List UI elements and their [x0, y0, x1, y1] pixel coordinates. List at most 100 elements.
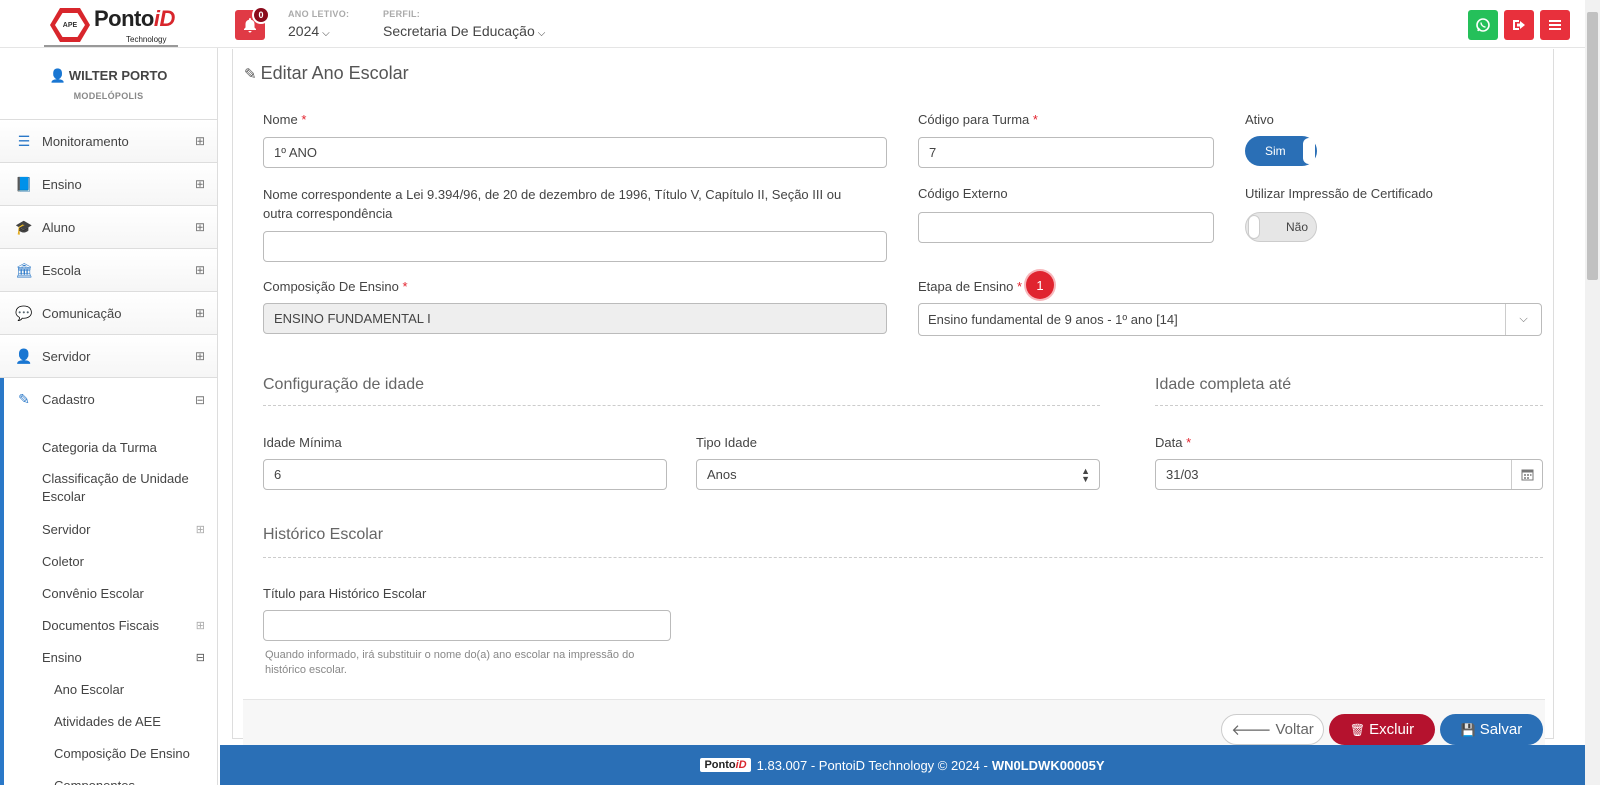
- tipo-idade-select[interactable]: Anos ▲ ▼: [696, 459, 1100, 490]
- footer-device-code: WN0LDWK00005Y: [991, 757, 1105, 773]
- expand-icon: ⊞: [195, 523, 205, 536]
- sidebar-item-ensino[interactable]: 📘 Ensino ⊞: [0, 163, 217, 206]
- sidebar-item-comunicacao[interactable]: 💬 Comunicação ⊞: [0, 292, 217, 335]
- voltar-button[interactable]: 🡐 Voltar: [1221, 714, 1324, 745]
- expand-icon: ⊞: [194, 306, 205, 320]
- perfil-value: Secretaria De Educação: [383, 23, 535, 39]
- codigo-turma-label-text: Código para Turma: [918, 112, 1030, 127]
- whatsapp-icon: [1476, 18, 1490, 32]
- page-scrollbar[interactable]: [1585, 0, 1600, 785]
- excluir-label: Excluir: [1369, 721, 1415, 738]
- user-box: 👤 WILTER PORTO MODELÓPOLIS: [0, 48, 217, 120]
- hamburger-icon: [1549, 20, 1561, 30]
- app-logo[interactable]: APE PontoiD Technology: [44, 2, 178, 47]
- composicao-label-text: Composição De Ensino: [263, 279, 399, 294]
- submenu-item-servidor[interactable]: Servidor ⊞: [4, 513, 217, 545]
- ativo-toggle-text: Sim: [1265, 144, 1286, 158]
- tipo-idade-value: Anos: [707, 467, 737, 482]
- logout-button[interactable]: [1504, 10, 1534, 40]
- submenu-item-coletor[interactable]: Coletor: [4, 545, 217, 577]
- user-icon: 👤: [49, 68, 66, 83]
- nome-lei-input[interactable]: [263, 231, 887, 262]
- certificado-toggle[interactable]: Não: [1245, 212, 1317, 242]
- expand-icon: ⊞: [194, 349, 205, 363]
- expand-icon: ⊞: [194, 220, 205, 234]
- submenu-item-documentos-fiscais[interactable]: Documentos Fiscais ⊞: [4, 609, 217, 641]
- submenu-item-composicao-ensino[interactable]: Composição De Ensino: [4, 737, 217, 769]
- titulo-historico-input[interactable]: [263, 610, 671, 641]
- expand-icon: ⊞: [195, 619, 205, 632]
- submenu-item-convenio-escolar[interactable]: Convênio Escolar: [4, 577, 217, 609]
- excluir-button[interactable]: 🗑 Excluir: [1329, 714, 1435, 745]
- page-title: ✎ Editar Ano Escolar: [244, 63, 409, 84]
- perfil-select[interactable]: Secretaria De Educação ⌵: [383, 23, 545, 39]
- nome-label: Nome *: [263, 112, 306, 127]
- tipo-idade-label: Tipo Idade: [696, 435, 757, 450]
- sidebar-item-monitoramento[interactable]: ☰ Monitoramento ⊞: [0, 120, 217, 163]
- trash-icon: 🗑: [1349, 722, 1366, 737]
- codigo-turma-input[interactable]: 7: [918, 137, 1214, 168]
- etapa-select-value: Ensino fundamental de 9 anos - 1º ano [1…: [928, 312, 1178, 327]
- footer-logo: PontoiD: [700, 758, 751, 772]
- toggle-knob: [1303, 138, 1315, 164]
- composicao-input[interactable]: ENSINO FUNDAMENTAL I: [263, 303, 887, 334]
- composicao-label: Composição De Ensino *: [263, 279, 408, 294]
- titulo-historico-label: Título para Histórico Escolar: [263, 586, 427, 601]
- footer-bar: PontoiD 1.83.007 - PontoiD Technology © …: [220, 745, 1585, 785]
- config-idade-title: Configuração de idade: [263, 376, 425, 393]
- edit-panel: ✎ Editar Ano Escolar Nome * 1º ANO Código…: [232, 49, 1554, 749]
- submenu-item-categoria-turma[interactable]: Categoria da Turma: [4, 431, 217, 463]
- sidebar-item-servidor[interactable]: 👤 Servidor ⊞: [0, 335, 217, 378]
- codigo-externo-label: Código Externo: [918, 186, 1008, 201]
- idade-minima-input[interactable]: 6: [263, 459, 667, 490]
- user-icon: 👤: [15, 347, 33, 364]
- scrollbar-thumb[interactable]: [1587, 12, 1598, 280]
- top-bar: APE PontoiD Technology 0 ANO LETIVO: 202…: [0, 0, 1585, 48]
- logo-text: PontoiD: [94, 6, 175, 31]
- salvar-button[interactable]: 💾 Salvar: [1440, 714, 1543, 745]
- menu-button[interactable]: [1540, 10, 1570, 40]
- ativo-toggle[interactable]: Sim: [1245, 136, 1317, 166]
- ano-letivo-select[interactable]: 2024 ⌵: [288, 23, 330, 39]
- sidebar-item-cadastro[interactable]: ✎ Cadastro ⊟: [0, 378, 217, 421]
- collapse-icon: ⊟: [194, 392, 205, 407]
- sidebar-item-escola[interactable]: 🏛 Escola ⊞: [0, 249, 217, 292]
- sidebar-item-label: Ensino: [42, 176, 82, 192]
- sidebar-item-label: Cadastro: [42, 392, 95, 407]
- user-city: MODELÓPOLIS: [73, 91, 144, 101]
- calendar-icon[interactable]: [1511, 460, 1542, 489]
- sort-arrows-icon: ▲ ▼: [1081, 465, 1090, 484]
- save-icon: 💾: [1460, 722, 1476, 737]
- etapa-select[interactable]: Ensino fundamental de 9 anos - 1º ano [1…: [918, 303, 1542, 336]
- user-name[interactable]: 👤 WILTER PORTO: [0, 68, 217, 84]
- sidebar-item-label: Servidor: [42, 348, 91, 364]
- idade-minima-label: Idade Mínima: [263, 435, 342, 450]
- submenu-item-atividades-aee[interactable]: Atividades de AEE: [4, 705, 217, 737]
- submenu-item-classificacao-unidade[interactable]: Classificação de Unidade Escolar: [4, 463, 217, 513]
- data-value: 31/03: [1166, 467, 1199, 482]
- edit-icon: ✎: [18, 391, 30, 407]
- required-mark: *: [1017, 279, 1023, 294]
- submenu-item-componentes[interactable]: Componentes: [4, 769, 217, 785]
- sidebar: 👤 WILTER PORTO MODELÓPOLIS ☰ Monitorament…: [0, 48, 218, 785]
- nome-lei-label: Nome correspondente a Lei 9.394/96, de 2…: [263, 187, 842, 221]
- sliders-icon: ☰: [17, 132, 31, 149]
- edit-icon: ✎: [244, 66, 257, 83]
- nome-input[interactable]: 1º ANO: [263, 137, 887, 168]
- submenu-item-ensino[interactable]: Ensino ⊟: [4, 641, 217, 673]
- codigo-externo-input[interactable]: [918, 212, 1214, 243]
- ano-letivo-value: 2024: [288, 23, 320, 39]
- required-mark: *: [1186, 435, 1192, 450]
- perfil-label: PERFIL:: [383, 9, 421, 19]
- sidebar-item-label: Aluno: [42, 219, 76, 235]
- salvar-label: Salvar: [1479, 721, 1523, 738]
- certificado-label: Utilizar Impressão de Certificado: [1245, 186, 1433, 201]
- whatsapp-button[interactable]: [1468, 10, 1498, 40]
- certificado-toggle-text: Não: [1286, 220, 1309, 234]
- logo-subtext: Technology: [126, 35, 167, 44]
- graduation-cap-icon: 🎓: [15, 218, 33, 235]
- submenu-item-ano-escolar[interactable]: Ano Escolar: [4, 673, 217, 705]
- sidebar-item-aluno[interactable]: 🎓 Aluno ⊞: [0, 206, 217, 249]
- data-input[interactable]: 31/03: [1155, 459, 1543, 490]
- chevron-down-icon[interactable]: ⌵: [1505, 304, 1541, 335]
